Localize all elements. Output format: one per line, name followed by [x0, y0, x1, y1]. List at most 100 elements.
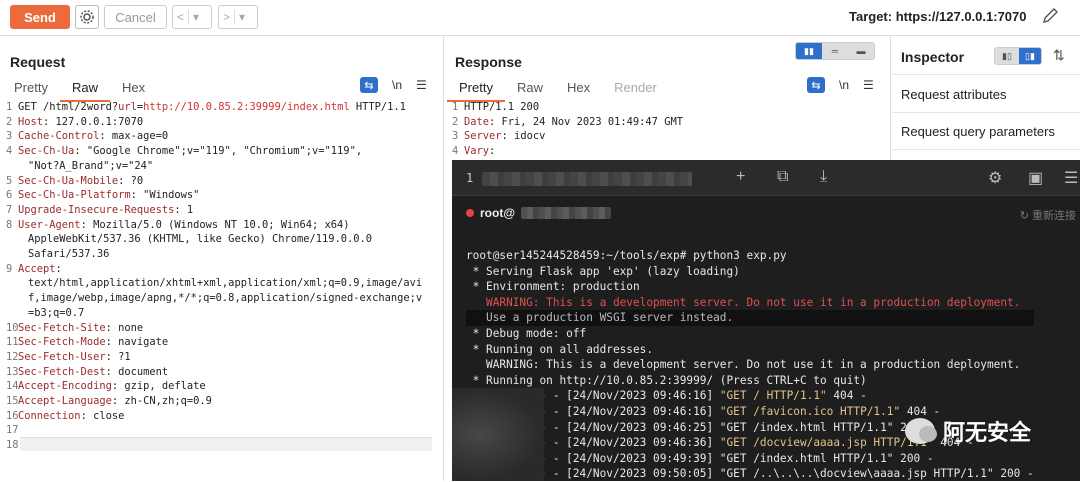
- gift-icon[interactable]: ▣: [1028, 168, 1043, 188]
- layout-stacked-icon[interactable]: ═: [822, 43, 848, 59]
- plus-icon[interactable]: +: [736, 168, 745, 186]
- code-line: 1 GET /html/2word?url=http://10.0.85.2:39…: [6, 100, 422, 115]
- tab-hex[interactable]: Hex: [110, 80, 157, 102]
- terminal-line: root@ser145244528459:~/tools/exp# python…: [466, 248, 1034, 264]
- terminal-line: * Running on all addresses.: [466, 342, 1034, 358]
- menu-icon[interactable]: ☰: [863, 78, 874, 92]
- layout-side-by-side-icon[interactable]: ▮▮: [796, 43, 822, 59]
- request-tabs: Pretty Raw Hex: [2, 80, 157, 102]
- layout-side-by-side-icon[interactable]: ▯▮: [1019, 48, 1041, 64]
- code-line: 4 Sec-Ch-Ua: "Google Chrome";v="119", "Ch…: [6, 144, 422, 159]
- code-line: 5 Sec-Ch-Ua-Mobile: ?0: [6, 174, 422, 189]
- line-number: 4: [6, 145, 13, 158]
- layout-stacked-icon[interactable]: ▮▯: [995, 48, 1019, 64]
- terminal-text: * Running on all addresses.: [466, 342, 654, 356]
- forward-button[interactable]: > ▾: [218, 5, 258, 29]
- header-value: : Fri, 24 Nov 2023 01:49:47 GMT: [489, 115, 683, 128]
- tab-render[interactable]: Render: [602, 80, 669, 102]
- code-line: 4 Vary:: [452, 144, 877, 159]
- terminal-text: WARNING: This is a development server. D…: [466, 358, 1021, 372]
- layout-toggle[interactable]: ▮▮ ═ ▬: [795, 42, 875, 60]
- chevron-down-icon[interactable]: ▾: [188, 10, 203, 24]
- code-line: 1 HTTP/1.1 200: [452, 100, 877, 115]
- request-editor[interactable]: 1 GET /html/2word?url=http://10.0.85.2:39…: [6, 100, 422, 453]
- terminal-tab[interactable]: 1: [466, 171, 473, 185]
- menu-icon[interactable]: ☰: [416, 78, 427, 92]
- reconnect-label: 重新连接: [1032, 210, 1076, 222]
- panel-divider[interactable]: [443, 36, 444, 481]
- header-name: Server: [464, 130, 502, 143]
- divider: [892, 74, 1080, 75]
- header-value: : max-age=0: [99, 130, 169, 143]
- line-number: 9: [6, 262, 13, 275]
- tab-hex[interactable]: Hex: [555, 80, 602, 102]
- code-line: 11Sec-Fetch-Mode: navigate: [6, 335, 422, 350]
- tab-raw[interactable]: Raw: [59, 80, 110, 102]
- terminal-text: * Running on http://10.0.85.2:39999/ (Pr…: [466, 373, 867, 387]
- cancel-button[interactable]: Cancel: [104, 5, 167, 29]
- header-value: :: [55, 262, 62, 275]
- code-line: "Not?A_Brand";v="24": [6, 159, 422, 174]
- redacted-hostname: [521, 207, 612, 219]
- window-icon[interactable]: ⧉: [777, 168, 788, 186]
- terminal-line: Use a production WSGI server instead.: [466, 310, 1034, 326]
- terminal-session: root@: [466, 206, 612, 220]
- line-number: 13: [6, 365, 19, 378]
- response-editor[interactable]: 1 HTTP/1.1 200 2 Date: Fri, 24 Nov 2023 01:…: [452, 100, 877, 159]
- inspector-request-query-parameters[interactable]: Request query parameters: [901, 124, 1055, 139]
- log-request: "GET /docview/aaaa.jsp HTTP/1.1": [719, 436, 934, 450]
- code-line: 16Connection: close: [6, 409, 422, 424]
- line-number: 4: [452, 145, 459, 158]
- log-status: 404 -: [826, 389, 867, 403]
- layout-tabs-icon[interactable]: ▬: [848, 43, 874, 59]
- inspector-request-attributes[interactable]: Request attributes: [901, 87, 1007, 102]
- newline-toggle[interactable]: \n: [839, 78, 849, 92]
- newline-toggle[interactable]: \n: [392, 78, 402, 92]
- code-text: AppleWebKit/537.36 (KHTML, like Gecko) C…: [28, 233, 373, 246]
- code-text: HTTP/1.1: [349, 101, 406, 113]
- code-line: 9 Accept:: [6, 262, 422, 277]
- chevron-down-icon[interactable]: ▾: [234, 10, 249, 24]
- reconnect-button[interactable]: ↻ 重新连接: [1020, 207, 1076, 223]
- send-button[interactable]: Send: [10, 5, 70, 29]
- wrap-lines-icon[interactable]: ⇆: [807, 77, 825, 93]
- header-name: Sec-Ch-Ua-Platform: [18, 189, 131, 202]
- line-number: 18: [6, 439, 19, 452]
- back-button[interactable]: < ▾: [172, 5, 212, 29]
- terminal-text: Use a production WSGI server instead.: [466, 311, 734, 325]
- terminal-line: * Environment: production: [466, 279, 1034, 295]
- pencil-icon[interactable]: [1040, 6, 1060, 26]
- code-line: 7 Upgrade-Insecure-Requests: 1: [6, 203, 422, 218]
- code-line: 6 Sec-Ch-Ua-Platform: "Windows": [6, 188, 422, 203]
- code-text: HTTP/1.1 200: [464, 101, 540, 113]
- tab-pretty[interactable]: Pretty: [2, 80, 60, 102]
- gear-icon[interactable]: ⚙: [988, 168, 1002, 188]
- code-line: 12Sec-Fetch-User: ?1: [6, 350, 422, 365]
- header-name: Accept-Encoding: [18, 380, 112, 393]
- status-dot: [466, 209, 474, 217]
- log-request: "GET / HTTP/1.1": [719, 389, 827, 403]
- tab-pretty[interactable]: Pretty: [447, 80, 505, 102]
- terminal-text: * Debug mode: off: [466, 326, 587, 340]
- inspector-layout-toggle[interactable]: ▮▯ ▯▮: [994, 47, 1042, 65]
- tab-raw[interactable]: Raw: [505, 80, 555, 102]
- menu-icon[interactable]: ☰: [1064, 168, 1078, 188]
- wrap-lines-icon[interactable]: ⇆: [360, 77, 378, 93]
- divider: [892, 112, 1080, 113]
- header-name: Sec-Fetch-Site: [18, 321, 106, 334]
- line-number: 2: [6, 115, 13, 128]
- header-value: : ?0: [118, 174, 144, 187]
- align-icon[interactable]: ⇅: [1053, 47, 1065, 64]
- code-line: Safari/537.36: [6, 247, 422, 262]
- settings-button[interactable]: [75, 5, 99, 29]
- header-value: : Mozilla/5.0 (Windows NT 10.0; Win64; x…: [80, 218, 350, 231]
- code-line: 3 Server: idocv: [452, 129, 877, 144]
- terminal-text: - - [24/Nov/2023 09:50:05] "GET /..\..\.…: [466, 467, 1034, 481]
- line-number: 16: [6, 409, 19, 422]
- download-icon[interactable]: ⤓: [820, 168, 827, 186]
- top-toolbar: Send Cancel < ▾ > ▾ Target: https://127.0.…: [0, 0, 1080, 36]
- header-name: Sec-Ch-Ua-Mobile: [18, 174, 119, 187]
- terminal-text: WARNING: This is a development server. D…: [466, 295, 1021, 309]
- param-value: http://10.0.85.2:39999/index.html: [143, 101, 350, 113]
- line-number: 1: [452, 101, 459, 113]
